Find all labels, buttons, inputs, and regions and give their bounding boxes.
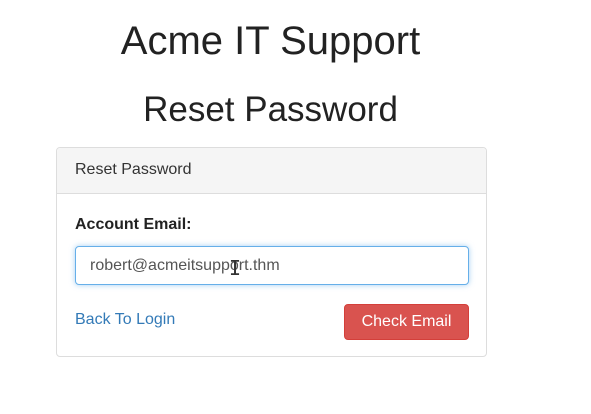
check-email-button[interactable]: Check Email <box>344 304 469 340</box>
page-heading: Reset Password <box>143 90 398 129</box>
account-email-input[interactable] <box>75 246 469 285</box>
reset-password-page: Acme IT Support Reset Password Reset Pas… <box>0 0 591 414</box>
back-to-login-link[interactable]: Back To Login <box>75 311 175 329</box>
account-email-label: Account Email: <box>75 216 192 233</box>
panel-heading: Reset Password <box>57 148 486 194</box>
reset-password-panel: Reset Password Account Email: I Back To … <box>56 147 487 357</box>
site-title: Acme IT Support <box>120 19 421 63</box>
